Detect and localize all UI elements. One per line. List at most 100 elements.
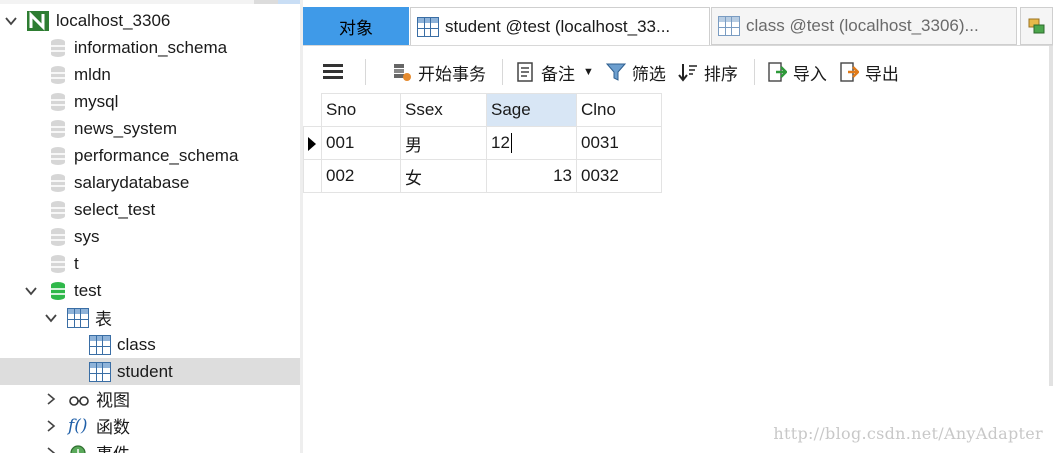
column-header-ssex[interactable]: Ssex bbox=[400, 93, 487, 127]
cell-sage-editing[interactable]: 12 bbox=[486, 126, 577, 160]
import-icon bbox=[767, 62, 788, 82]
tree-table-student[interactable]: student bbox=[0, 358, 300, 385]
tree-db-test[interactable]: test bbox=[0, 277, 300, 304]
mysql-connection-icon bbox=[26, 10, 50, 32]
import-button[interactable]: 导入 bbox=[761, 55, 833, 89]
column-header-sage[interactable]: Sage bbox=[486, 93, 577, 127]
tree-views-group[interactable]: 视图 bbox=[0, 385, 300, 412]
database-icon bbox=[48, 253, 68, 275]
tab-bar: 对象 student @test (localhost_33... class … bbox=[303, 7, 1053, 45]
database-icon bbox=[48, 172, 68, 194]
tree-db-item[interactable]: information_schema bbox=[0, 34, 300, 61]
tree-db-item[interactable]: sys bbox=[0, 223, 300, 250]
db-label: t bbox=[74, 253, 79, 273]
db-label: mldn bbox=[74, 64, 111, 84]
views-group-label: 视图 bbox=[96, 391, 130, 410]
navigator-pane: localhost_3306 information_schemamldn mys… bbox=[0, 0, 300, 453]
query-icon bbox=[1028, 17, 1046, 35]
column-header-sno[interactable]: Sno bbox=[321, 93, 401, 127]
navigator-toolbar-strip bbox=[0, 0, 300, 4]
chevron-down-icon[interactable] bbox=[44, 311, 58, 325]
events-group-label: 事件 bbox=[96, 440, 130, 453]
dropdown-arrow-icon[interactable]: ▼ bbox=[583, 66, 594, 78]
db-label: sys bbox=[74, 226, 100, 246]
transaction-icon bbox=[392, 62, 412, 82]
function-icon: f() bbox=[68, 415, 88, 436]
cell-ssex[interactable]: 女 bbox=[400, 159, 487, 193]
export-icon bbox=[839, 62, 860, 82]
db-label: news_system bbox=[74, 118, 177, 138]
db-label: mysql bbox=[74, 91, 119, 111]
import-label: 导入 bbox=[792, 64, 827, 84]
database-icon bbox=[48, 199, 68, 221]
memo-icon bbox=[515, 62, 535, 82]
table-row[interactable]: 001 男 12 0031 bbox=[303, 126, 662, 160]
database-icon bbox=[48, 37, 68, 59]
cell-ssex[interactable]: 男 bbox=[400, 126, 487, 160]
tree-table-class[interactable]: class bbox=[0, 331, 300, 358]
export-button[interactable]: 导出 bbox=[833, 55, 905, 89]
tables-group-label: 表 bbox=[95, 310, 112, 329]
connection-label: localhost_3306 bbox=[56, 10, 171, 30]
tab-label: 对象 bbox=[339, 18, 373, 38]
row-marker-header bbox=[303, 93, 322, 127]
functions-group-label: 函数 bbox=[96, 418, 130, 437]
table-label: class bbox=[117, 334, 156, 354]
chevron-right-icon[interactable] bbox=[44, 419, 58, 433]
cell-sno[interactable]: 001 bbox=[321, 126, 401, 160]
db-label: select_test bbox=[74, 199, 156, 219]
tab-query[interactable] bbox=[1020, 7, 1053, 45]
cell-sage[interactable]: 13 bbox=[486, 159, 577, 193]
tab-student[interactable]: student @test (localhost_33... bbox=[410, 7, 710, 45]
glasses-icon bbox=[68, 392, 90, 406]
db-label: test bbox=[74, 280, 102, 300]
tree-connection[interactable]: localhost_3306 bbox=[0, 7, 300, 34]
tab-class[interactable]: class @test (localhost_3306)... bbox=[711, 7, 1017, 45]
filter-icon bbox=[605, 62, 626, 82]
tree-db-item[interactable]: select_test bbox=[0, 196, 300, 223]
table-row[interactable]: 002 女 13 0032 bbox=[303, 159, 662, 193]
vertical-scrollbar[interactable] bbox=[1049, 46, 1053, 386]
tree-functions-group[interactable]: f() 函数 bbox=[0, 412, 300, 439]
tree-db-item[interactable]: performance_schema bbox=[0, 142, 300, 169]
tree-db-item[interactable]: news_system bbox=[0, 115, 300, 142]
menu-button[interactable] bbox=[303, 55, 359, 89]
begin-transaction-button[interactable]: 开始事务 bbox=[372, 55, 492, 89]
db-label: performance_schema bbox=[74, 145, 239, 165]
sort-label: 排序 bbox=[703, 64, 738, 84]
chevron-down-icon[interactable] bbox=[24, 284, 38, 298]
memo-label: 备注 bbox=[541, 64, 575, 84]
chevron-down-icon[interactable] bbox=[4, 14, 18, 28]
tree-tables-group[interactable]: 表 bbox=[0, 304, 300, 331]
grid-header-row: Sno Ssex Sage Clno bbox=[303, 93, 662, 127]
database-icon bbox=[48, 145, 68, 167]
tree-db-item[interactable]: mldn bbox=[0, 61, 300, 88]
tree-db-item[interactable]: t bbox=[0, 250, 300, 277]
row-marker[interactable] bbox=[303, 159, 322, 193]
sort-button[interactable]: 排序 bbox=[672, 55, 744, 89]
memo-button[interactable]: 备注 ▼ bbox=[509, 55, 600, 89]
db-label: information_schema bbox=[74, 37, 228, 57]
cell-clno[interactable]: 0031 bbox=[576, 126, 662, 160]
tree-events-group[interactable]: 事件 bbox=[0, 439, 300, 453]
database-icon bbox=[48, 64, 68, 86]
data-grid: Sno Ssex Sage Clno 001 男 12 0031 002 女 1… bbox=[303, 93, 662, 193]
table-icon bbox=[718, 16, 740, 36]
cell-clno[interactable]: 0032 bbox=[576, 159, 662, 193]
filter-button[interactable]: 筛选 bbox=[600, 55, 672, 89]
database-icon bbox=[48, 118, 68, 140]
current-row-marker[interactable] bbox=[303, 126, 322, 160]
chevron-right-icon[interactable] bbox=[44, 392, 58, 406]
chevron-right-icon[interactable] bbox=[44, 446, 58, 453]
filter-label: 筛选 bbox=[631, 64, 666, 84]
db-label: salarydatabase bbox=[74, 172, 190, 192]
tree-db-item[interactable]: salarydatabase bbox=[0, 169, 300, 196]
table-label: student bbox=[117, 361, 173, 381]
cell-editor-value[interactable]: 12 bbox=[491, 133, 510, 152]
export-label: 导出 bbox=[864, 64, 899, 84]
sort-icon bbox=[678, 62, 698, 82]
column-header-clno[interactable]: Clno bbox=[576, 93, 662, 127]
tree-db-item[interactable]: mysql bbox=[0, 88, 300, 115]
cell-sno[interactable]: 002 bbox=[321, 159, 401, 193]
tab-objects[interactable]: 对象 bbox=[303, 7, 409, 45]
